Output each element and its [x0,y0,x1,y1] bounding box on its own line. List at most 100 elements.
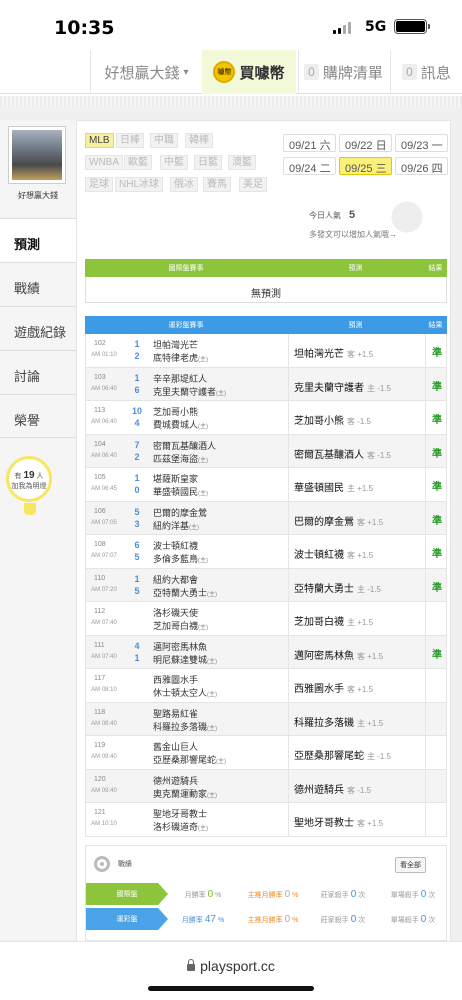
user-menu[interactable]: 好想贏大錢 ▾ [90,50,202,94]
result-badge: 準 [432,649,442,661]
prediction-pick: 華盛頓國民主 +1.5 [294,483,374,494]
league-tag[interactable]: 中職 [150,133,178,148]
table-row[interactable]: 118 AM 08:40 聖路易紅雀 科羅拉多落磯(主) 科羅拉多落磯主 +1.5 [85,702,447,736]
table-row[interactable]: 106 AM 07:05 5 3 巴爾的摩金鶯 紐約洋基(主) 巴爾的摩金鶯客 +1.5 準 [85,501,447,535]
prediction-line: 主 +1.5 [347,618,374,627]
prediction-line: 主 +1.5 [357,718,384,728]
table-row[interactable]: 105 AM 06:45 1 0 堪薩斯皇家 華盛頓國民(主) 華盛頓國民主 +1.5 準 [85,468,447,502]
away-team: 邁阿密馬林魚 [153,641,208,652]
league-tag[interactable]: 歐籃 [124,155,152,170]
league-tag[interactable]: 賽馬 [203,177,231,192]
divider-stripe [0,96,462,106]
game-number: 120 [94,775,106,783]
home-team: 明尼蘇達雙城(主) [153,654,218,665]
home-indicator[interactable] [148,986,314,991]
game-time: AM 01:10 [91,352,117,358]
league-tag[interactable]: WNBA [85,155,123,170]
sidebar-item-discussion[interactable]: 討論 [0,350,76,394]
prediction-pick: 德州遊騎兵客 -1.5 [294,784,372,796]
table-row[interactable]: 117 AM 08:10 西雅圖水手 休士頓太空人(主) 西雅圖水手客 +1.5 [85,669,447,703]
table-row[interactable]: 112 AM 07:40 洛杉磯天使 芝加哥白襪(主) 芝加哥白襪主 +1.5 [85,602,447,636]
game-number: 121 [94,809,106,816]
game-number: 113 [94,407,106,414]
game-number: 104 [94,440,106,448]
game-number: 103 [94,373,106,381]
table-row[interactable]: 110 AM 07:20 1 5 紐約大都會 亞特蘭大勇士(主) 亞特蘭大勇士主 -1.5 準 [85,568,447,602]
prediction-pick: 波士頓紅襪客 +1.5 [294,550,374,561]
table-row[interactable]: 121 AM 10:10 聖地牙哥教士 洛杉磯道奇(主) 聖地牙哥教士客 +1.5 [85,803,447,837]
prediction-pick: 科羅拉多落磯主 +1.5 [294,717,384,729]
view-all-button[interactable]: 看全部 [395,857,426,873]
result-badge: 準 [432,381,442,393]
sidebar-item-predict[interactable]: 預測 [0,218,76,262]
sidebar-item-game-history[interactable]: 遊戲紀錄 [0,306,76,350]
prediction-line: 客 -1.5 [347,417,372,426]
date-button[interactable]: 09/22 日 [339,134,392,152]
away-team: 紐約大都會 [153,574,199,585]
date-button[interactable]: 09/25 三 [339,157,392,175]
league-tag[interactable]: 澳籃 [228,155,256,170]
home-score: 5 [134,552,140,562]
home-team: 克里夫蘭守護者(主) [153,386,227,397]
date-button[interactable]: 09/23 一 [395,134,448,152]
prediction-pick: 坦帕灣光芒客 +1.5 [294,349,374,360]
league-tag[interactable]: 美足 [239,177,267,192]
table-row[interactable]: 102 AM 01:10 1 2 坦帕灣光芒 底特律老虎(主) 坦帕灣光芒客 +1.5 準 [85,334,447,368]
home-team: 費城費城人(主) [153,420,209,430]
league-tag[interactable]: 俄冰 [170,177,198,192]
home-score: 0 [134,485,140,495]
away-team: 芝加哥小熊 [153,407,199,417]
sidebar-item-label: 預測 [14,237,41,252]
game-number: 117 [94,675,106,682]
home-score: 4 [134,418,140,428]
prediction-line: 客 +1.5 [347,551,374,560]
record-row-label: 國際盤 [86,883,168,905]
table-row[interactable]: 113 AM 06:40 10 4 芝加哥小熊 費城費城人(主) 芝加哥小熊客 -1.5 準 [85,401,447,435]
prediction-line: 客 +1.5 [347,685,374,694]
table-row[interactable]: 119 AM 09:40 舊金山巨人 亞歷桑那響尾蛇(主) 亞歷桑那響尾蛇主 -1.5 [85,736,447,770]
league-tag[interactable]: 日棒 [116,133,144,148]
game-time: AM 09:40 [91,787,117,794]
home-score: 1 [134,652,140,663]
home-team: 華盛頓國民(主) [153,487,209,497]
status-bar: 10:35 5G [0,0,462,44]
table-row[interactable]: 120 AM 09:40 德州遊騎兵 奧克蘭運動家(主) 德州遊騎兵客 -1.5 [85,769,447,803]
table-row[interactable]: 108 AM 07:07 6 5 波士頓紅襪 多倫多藍鳥(主) 波士頓紅襪客 +1.5 準 [85,535,447,569]
table-row[interactable]: 104 AM 06:40 7 2 密爾瓦基釀酒人 匹茲堡海盜(主) 密爾瓦基釀酒人客 -1.… [85,434,447,468]
date-button[interactable]: 09/26 四 [395,157,448,175]
sidebar-item-honors[interactable]: 榮譽 [0,394,76,438]
url-bar[interactable]: playsport.cc [0,958,462,974]
league-tag[interactable]: 韓棒 [185,133,213,148]
prediction-pick: 克里夫蘭守護者主 -1.5 [294,382,392,394]
game-number: 111 [94,641,105,649]
home-team: 奧克蘭運動家(主) [153,788,218,799]
lightbulb-follow-button[interactable]: 有 19 人 加我為明燈 [6,456,52,515]
league-tag[interactable]: 足球 [85,177,113,192]
table-row[interactable]: 103 AM 06:40 1 6 辛辛那堤紅人 克里夫蘭守護者(主) 克里夫蘭守護者主 -1… [85,367,447,401]
league-tag[interactable]: MLB [85,133,114,148]
col-game: 國際盤賽事 [168,265,204,272]
messages-link[interactable]: 0 訊息 [390,50,462,94]
league-tag[interactable]: 日籃 [194,155,222,170]
date-button[interactable]: 09/21 六 [283,134,336,152]
cart-link[interactable]: 0 購牌清單 [298,50,388,94]
home-mark: (主) [198,457,209,464]
away-score: 4 [134,640,140,651]
prediction-pick: 亞歷桑那響尾蛇主 -1.5 [294,751,392,762]
top-nav: 好想贏大錢 ▾ 噱幣 買噱幣 0 購牌清單 0 訊息 [0,50,462,94]
user-menu-label: 好想贏大錢 [104,64,180,82]
home-mark: (主) [216,759,227,765]
home-team: 底特律老虎(主) [153,353,209,363]
table-row[interactable]: 111 AM 07:40 4 1 邁阿密馬林魚 明尼蘇達雙城(主) 邁阿密馬林魚客 +1.5… [85,635,447,669]
sidebar-item-record[interactable]: 戰績 [0,262,76,306]
target-icon [94,856,110,872]
bulb-count: 19 [23,470,35,481]
home-team: 亞特蘭大勇士(主) [153,587,218,598]
game-list: 102 AM 01:10 1 2 坦帕灣光芒 底特律老虎(主) 坦帕灣光芒客 +1.5 準 10… [85,334,447,837]
date-button[interactable]: 09/24 二 [283,157,336,175]
buy-coins-button[interactable]: 噱幣 買噱幣 [202,50,296,94]
avatar[interactable] [8,126,66,184]
league-tag[interactable]: NHL冰球 [115,177,164,192]
result-badge: 準 [432,415,442,426]
league-tag[interactable]: 中籃 [160,155,188,170]
